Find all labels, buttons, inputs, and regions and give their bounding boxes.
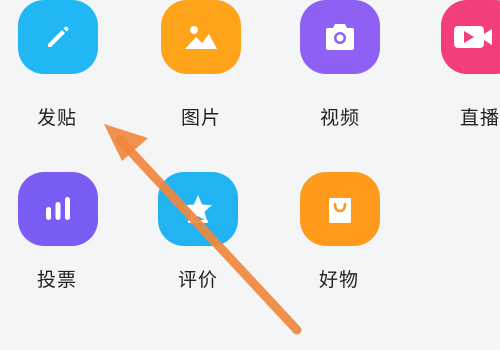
image-icon [182, 21, 220, 53]
video-tile[interactable] [300, 0, 380, 74]
vote-label: 投票 [37, 269, 78, 291]
review-tile[interactable] [158, 172, 238, 246]
camera-icon [322, 21, 358, 53]
image-tile[interactable] [161, 0, 241, 74]
video-label: 视频 [320, 107, 361, 129]
post-label: 发贴 [37, 107, 78, 129]
bar-chart-icon [41, 194, 75, 224]
review-label: 评价 [178, 269, 219, 291]
shopping-bag-icon [324, 192, 356, 226]
goods-label: 好物 [319, 269, 360, 291]
live-tile[interactable] [441, 0, 500, 74]
video-play-icon [452, 22, 494, 52]
pencil-icon [41, 20, 75, 54]
star-icon [180, 192, 216, 226]
live-label: 直播 [460, 107, 500, 129]
image-label: 图片 [181, 107, 222, 129]
post-tile[interactable] [18, 0, 98, 74]
vote-tile[interactable] [18, 172, 98, 246]
goods-tile[interactable] [300, 172, 380, 246]
post-type-grid: 发贴 图片 视频 直播 投票 评价 好物 [0, 0, 500, 350]
